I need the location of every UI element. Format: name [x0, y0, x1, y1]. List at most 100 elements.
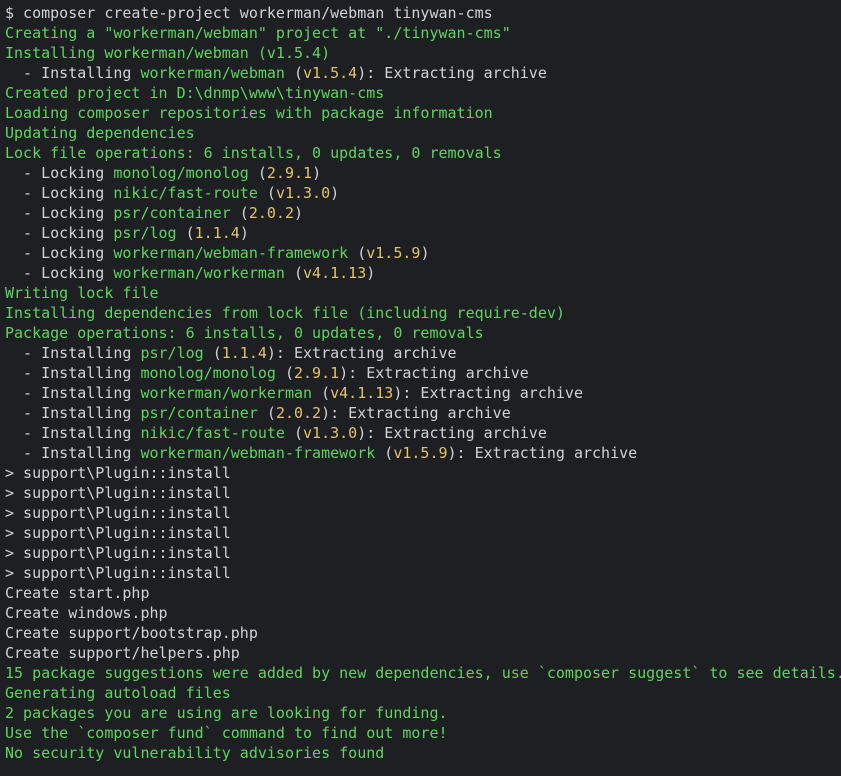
terminal-text-segment: (: [348, 244, 367, 262]
terminal-text-segment: - Locking: [5, 264, 114, 282]
terminal-text-segment: v1.5.9: [366, 244, 421, 262]
terminal-text-segment: Installing dependencies from lock file (…: [5, 304, 565, 322]
terminal-text-segment: - Installing: [5, 64, 141, 82]
terminal-text-segment: ): Extracting archive: [321, 404, 511, 422]
terminal-text-segment: ): Extracting archive: [357, 424, 547, 442]
terminal-line: - Installing workerman/webman (v1.5.4): …: [5, 63, 841, 83]
terminal-text-segment: (: [284, 424, 304, 442]
terminal-text-segment: - Installing: [5, 344, 141, 362]
terminal-text-segment: psr/container: [113, 204, 231, 222]
terminal-text-segment: > support\Plugin::install: [5, 564, 231, 582]
terminal-line: - Installing workerman/webman-framework …: [5, 443, 841, 463]
terminal-text-segment: ): Extracting archive: [266, 344, 457, 362]
terminal-text-segment: (: [230, 204, 249, 222]
terminal-text-segment: Use the `composer fund` command to find …: [5, 724, 448, 742]
terminal-text-segment: Lock file operations: 6 installs, 0 upda…: [5, 144, 502, 162]
terminal-text-segment: workerman/workerman: [140, 384, 313, 402]
terminal-text-segment: Create support/bootstrap.php: [5, 624, 258, 642]
terminal-text-segment: psr/container: [140, 404, 258, 422]
terminal-text-segment: workerman/webman: [140, 64, 285, 82]
terminal-line: - Installing psr/container (2.0.2): Extr…: [5, 403, 841, 423]
terminal-line: Create start.php: [5, 583, 841, 603]
terminal-text-segment: 2.0.2: [275, 404, 322, 422]
terminal-text-segment: (: [257, 184, 276, 202]
terminal-text-segment: (: [203, 344, 222, 362]
terminal-text-segment: (: [176, 224, 195, 242]
terminal-text-segment: ): [366, 264, 376, 282]
terminal-text-segment: Installing workerman/webman (v1.5.4): [5, 44, 331, 62]
terminal-text-segment: psr/log: [140, 344, 204, 362]
terminal-line: Installing dependencies from lock file (…: [5, 303, 841, 323]
terminal-line: > support\Plugin::install: [5, 563, 841, 583]
terminal-line: Creating a "workerman/webman" project at…: [5, 23, 841, 43]
terminal-text-segment: (: [284, 264, 304, 282]
terminal-text-segment: workerman/webman-framework: [140, 444, 376, 462]
terminal-line: - Installing nikic/fast-route (v1.3.0): …: [5, 423, 841, 443]
terminal-line: - Locking nikic/fast-route (v1.3.0): [5, 183, 841, 203]
terminal-text-segment: 2.9.1: [266, 164, 313, 182]
terminal-line: > support\Plugin::install: [5, 543, 841, 563]
terminal-text-segment: nikic/fast-route: [140, 424, 285, 442]
terminal-line: > support\Plugin::install: [5, 483, 841, 503]
terminal-text-segment: - Locking: [5, 244, 114, 262]
terminal-text-segment: (: [312, 384, 331, 402]
terminal-text-segment: Writing lock file: [5, 284, 159, 302]
terminal-text-segment: - Installing: [5, 424, 141, 442]
terminal-text-segment: ): Extracting archive: [357, 64, 547, 82]
terminal-line: Created project in D:\dnmp\www\tinywan-c…: [5, 83, 841, 103]
terminal-text-segment: ): [239, 224, 249, 242]
terminal-text-segment: (: [375, 444, 394, 462]
terminal-line: $ composer create-project workerman/webm…: [5, 3, 841, 23]
terminal-line: Lock file operations: 6 installs, 0 upda…: [5, 143, 841, 163]
terminal-text-segment: Updating dependencies: [5, 124, 195, 142]
terminal-text-segment: Loading composer repositories with packa…: [5, 104, 493, 122]
terminal-line: 2 packages you are using are looking for…: [5, 703, 841, 723]
terminal-text-segment: $ composer create-project workerman/webm…: [5, 4, 493, 22]
terminal-text-segment: > support\Plugin::install: [5, 464, 231, 482]
terminal-text-segment: > support\Plugin::install: [5, 544, 231, 562]
terminal-text-segment: workerman/webman-framework: [113, 244, 349, 262]
terminal-text-segment: 1.1.4: [221, 344, 267, 362]
terminal-line: - Locking monolog/monolog (2.9.1): [5, 163, 841, 183]
terminal-line: - Locking workerman/workerman (v4.1.13): [5, 263, 841, 283]
terminal-text-segment: - Locking: [5, 204, 114, 222]
terminal-text-segment: - Locking: [5, 164, 114, 182]
terminal-text-segment: > support\Plugin::install: [5, 484, 231, 502]
terminal-text-segment: v4.1.13: [303, 264, 367, 282]
terminal-text-segment: ): [312, 164, 322, 182]
terminal-line: - Installing workerman/workerman (v4.1.1…: [5, 383, 841, 403]
terminal-text-segment: v4.1.13: [330, 384, 394, 402]
terminal-text-segment: 15 package suggestions were added by new…: [5, 664, 841, 682]
terminal-line: - Locking workerman/webman-framework (v1…: [5, 243, 841, 263]
terminal-text-segment: 1.1.4: [194, 224, 240, 242]
terminal-line: Create support/helpers.php: [5, 643, 841, 663]
terminal-line: Loading composer repositories with packa…: [5, 103, 841, 123]
terminal-text-segment: ): Extracting archive: [447, 444, 638, 462]
terminal-text-segment: Generating autoload files: [5, 684, 231, 702]
terminal-line: Create support/bootstrap.php: [5, 623, 841, 643]
terminal-text-segment: Create support/helpers.php: [5, 644, 240, 662]
terminal-line: No security vulnerability advisories fou…: [5, 743, 841, 763]
terminal-text-segment: Package operations: 6 installs, 0 update…: [5, 324, 484, 342]
terminal-text-segment: v1.5.4: [303, 64, 358, 82]
terminal-text-segment: ): [294, 204, 304, 222]
terminal-text-segment: > support\Plugin::install: [5, 524, 231, 542]
terminal-text-segment: > support\Plugin::install: [5, 504, 231, 522]
terminal-line: Generating autoload files: [5, 683, 841, 703]
terminal-line: - Installing psr/log (1.1.4): Extracting…: [5, 343, 841, 363]
terminal-line: 15 package suggestions were added by new…: [5, 663, 841, 683]
terminal-text-segment: (: [248, 164, 267, 182]
terminal-line: > support\Plugin::install: [5, 463, 841, 483]
terminal-text-segment: workerman/workerman: [113, 264, 285, 282]
terminal-text-segment: (: [257, 404, 276, 422]
terminal-text-segment: - Installing: [5, 364, 141, 382]
terminal-line: - Locking psr/container (2.0.2): [5, 203, 841, 223]
terminal-text-segment: No security vulnerability advisories fou…: [5, 744, 385, 762]
terminal-text-segment: Create windows.php: [5, 604, 168, 622]
terminal-text-segment: ): [330, 184, 340, 202]
terminal-text-segment: - Locking: [5, 184, 114, 202]
terminal-text-segment: 2.0.2: [248, 204, 294, 222]
terminal-line: > support\Plugin::install: [5, 523, 841, 543]
terminal-text-segment: nikic/fast-route: [113, 184, 258, 202]
terminal-output[interactable]: $ composer config -g repo.packagist comp…: [0, 0, 841, 776]
